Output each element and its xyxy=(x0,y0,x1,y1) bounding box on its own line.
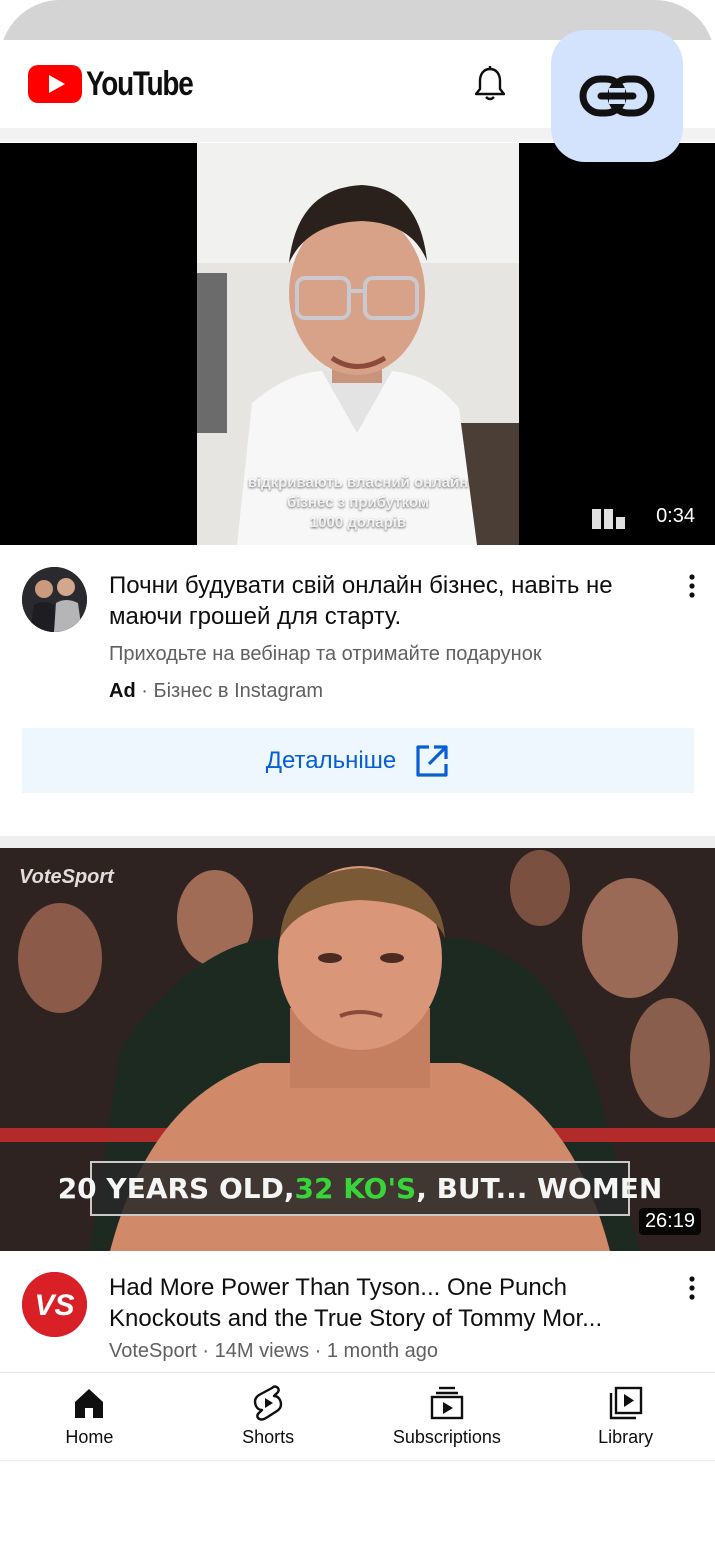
nav-label: Shorts xyxy=(242,1427,295,1447)
ad-meta: Ad · Бізнес в Instagram xyxy=(109,680,323,703)
caption-line: бізнес з прибутком xyxy=(287,494,429,511)
caption-line: відкривають власний онлайн xyxy=(247,474,469,491)
advertiser-name[interactable]: Бізнес в Instagram xyxy=(153,680,323,702)
nav-shorts[interactable]: Shorts xyxy=(179,1373,358,1460)
ad-title[interactable]: Почни будувати свій онлайн бізнес, навіт… xyxy=(109,570,654,632)
nav-home[interactable]: Home xyxy=(0,1373,179,1460)
youtube-logo[interactable]: YouTube xyxy=(28,64,216,104)
system-bottom-area xyxy=(0,1460,715,1546)
banner-highlight: 32 KO'S xyxy=(294,1172,417,1205)
banner-text: , BUT... WOMEN xyxy=(416,1172,663,1205)
copy-link-button[interactable] xyxy=(551,30,683,162)
ad-video-player[interactable]: відкривають власний онлайн бізнес з приб… xyxy=(0,143,715,545)
banner-text: 20 YEARS OLD, xyxy=(57,1172,295,1205)
votesport-logo-icon: VS xyxy=(22,1272,87,1337)
advertiser-avatar-image xyxy=(22,567,87,632)
learn-more-button[interactable]: Детальніше xyxy=(22,728,694,793)
ad-bars-icon xyxy=(592,509,625,529)
ad-badge: Ad xyxy=(109,680,136,702)
video-duration: 26:19 xyxy=(638,1208,701,1235)
library-icon xyxy=(609,1386,642,1420)
more-options-icon[interactable] xyxy=(680,1274,704,1304)
nav-library[interactable]: Library xyxy=(536,1373,715,1460)
advertiser-avatar[interactable] xyxy=(22,567,87,632)
link-icon xyxy=(579,75,655,117)
more-options-icon[interactable] xyxy=(680,572,704,602)
video-title-line: Had More Power Than Tyson... One Punch xyxy=(109,1274,568,1301)
video-title[interactable]: Had More Power Than Tyson... One Punch K… xyxy=(109,1272,659,1334)
nav-label: Home xyxy=(65,1427,114,1447)
phone-screen: YouTube відкривають власний онлайн бізне… xyxy=(0,0,715,1546)
shorts-icon xyxy=(253,1385,283,1421)
bell-icon[interactable] xyxy=(470,64,510,104)
section-divider xyxy=(0,836,715,848)
subscriptions-icon xyxy=(430,1386,464,1420)
learn-more-label: Детальніше xyxy=(265,746,397,774)
channel-avatar-text: VS xyxy=(34,1289,74,1322)
bottom-navigation: Home Shorts Subscriptions Library xyxy=(0,1372,715,1460)
ad-description: Приходьте на вебінар та отримайте подару… xyxy=(109,643,542,665)
ad-video-frame: відкривають власний онлайн бізнес з приб… xyxy=(197,143,519,545)
video-title-line: Knockouts and the True Story of Tommy Mo… xyxy=(109,1305,603,1332)
logo-text: YouTube xyxy=(86,64,194,103)
ad-video-caption: відкривають власний онлайн бізнес з приб… xyxy=(197,473,519,533)
channel-watermark: VoteSport xyxy=(19,866,114,888)
nav-label: Library xyxy=(598,1427,654,1447)
nav-subscriptions[interactable]: Subscriptions xyxy=(358,1373,537,1460)
video-thumbnail[interactable]: VoteSport 20 YEARS OLD, 32 KO'S , BUT...… xyxy=(0,848,715,1251)
caption-line: 1000 доларів xyxy=(309,514,407,531)
nav-label: Subscriptions xyxy=(392,1427,501,1447)
external-link-icon xyxy=(416,744,448,777)
thumbnail-banner: 20 YEARS OLD, 32 KO'S , BUT... WOMEN xyxy=(58,1161,662,1216)
youtube-app: YouTube відкривають власний онлайн бізне… xyxy=(0,40,715,1460)
channel-avatar[interactable]: VS xyxy=(22,1272,87,1337)
home-icon xyxy=(75,1389,104,1418)
video-meta: VoteSport · 14M views · 1 month ago xyxy=(109,1340,439,1362)
youtube-logo-icon xyxy=(28,65,82,103)
meta-separator: · xyxy=(141,680,148,702)
ad-duration: 0:34 xyxy=(656,505,695,527)
